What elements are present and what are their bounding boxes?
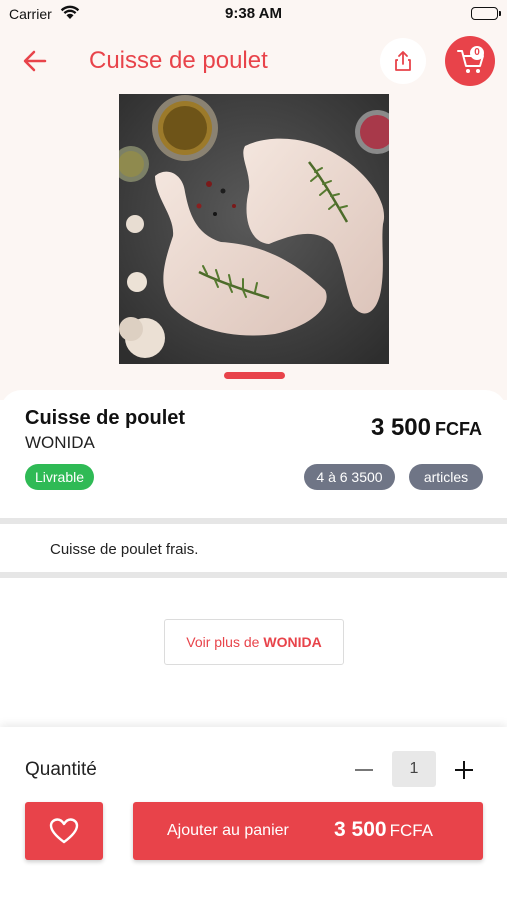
page-title: Cuisse de poulet [89, 47, 268, 74]
nav-bar: Cuisse de poulet 0 [0, 34, 507, 90]
product-description: Cuisse de poulet frais. [50, 541, 199, 558]
quantity-field[interactable]: 1 [392, 751, 436, 787]
cart-button[interactable]: 0 [445, 36, 495, 86]
divider [0, 518, 507, 524]
add-to-cart-price-value: 3 500 [334, 818, 387, 841]
quantity-label: Quantité [25, 759, 97, 780]
heart-icon [49, 818, 79, 844]
favorite-button[interactable] [25, 802, 103, 860]
product-price-currency: FCFA [435, 419, 482, 439]
product-vendor: WONIDA [25, 433, 95, 452]
bottom-action-bar: Quantité 1 Ajouter au panier 3 500 FCFA [0, 727, 507, 900]
share-icon [395, 51, 411, 71]
see-more-prefix: Voir plus de [186, 634, 260, 650]
product-info-card: Cuisse de poulet WONIDA 3 500 FCFA Livrab… [0, 390, 507, 518]
product-price-value: 3 500 [370, 414, 431, 441]
image-page-indicator [224, 372, 285, 379]
cart-count-badge: 0 [470, 46, 484, 60]
add-to-cart-button[interactable]: Ajouter au panier 3 500 FCFA [133, 802, 483, 860]
add-to-cart-label: Ajouter au panier [167, 822, 289, 839]
plus-icon[interactable] [450, 755, 478, 785]
product-image[interactable] [119, 94, 389, 364]
unit-badge: articles [409, 464, 483, 490]
see-more-vendor-button[interactable]: Voir plus de WONIDA [164, 619, 344, 665]
back-button[interactable] [18, 46, 52, 76]
see-more-vendor: WONIDA [263, 634, 322, 650]
battery-icon [471, 7, 501, 20]
product-price: 3 500 FCFA [371, 414, 482, 442]
divider [0, 572, 507, 578]
status-bar: Carrier 9:38 AM [0, 0, 507, 28]
clock: 9:38 AM [225, 5, 282, 22]
delivery-badge: Livrable [25, 464, 95, 490]
share-button[interactable] [380, 38, 426, 84]
product-name: Cuisse de poulet [25, 407, 186, 429]
add-to-cart-currency: FCFA [389, 821, 434, 840]
back-arrow-icon [23, 50, 47, 72]
price-range-badge: 4 à 6 3500 [304, 464, 395, 490]
add-to-cart-price: 3 500 FCFA [334, 818, 433, 842]
minus-icon[interactable] [350, 755, 378, 785]
